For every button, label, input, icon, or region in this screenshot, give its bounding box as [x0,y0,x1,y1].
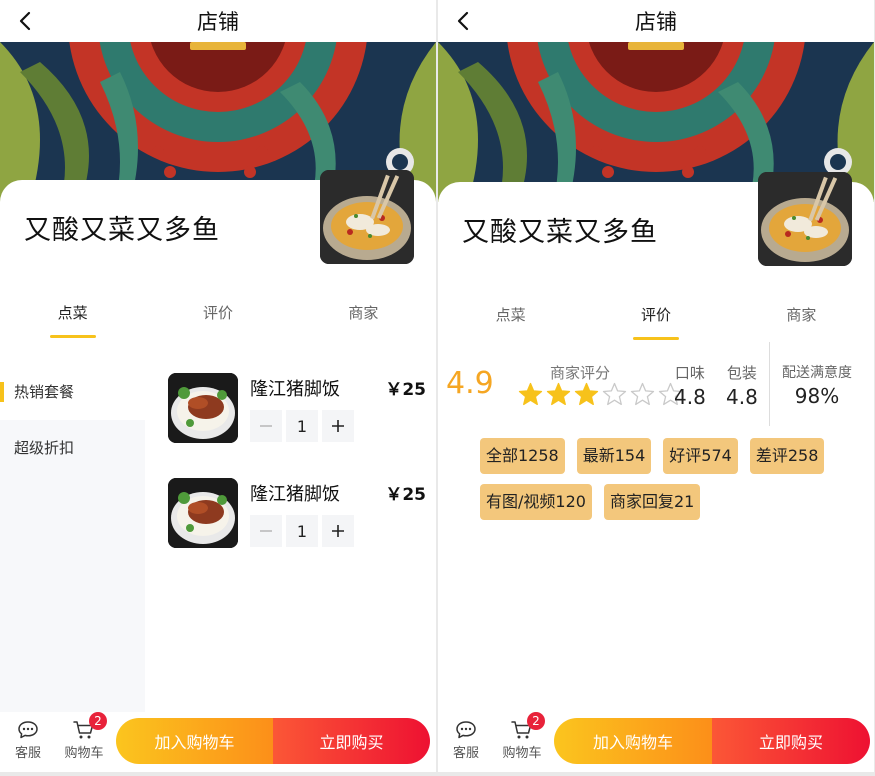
delivery-value: 98% [794,384,840,408]
taste-value: 4.8 [674,385,706,409]
delivery-metric: 配送满意度 98% [782,362,852,408]
shop-logo-image [320,170,414,264]
tab-order[interactable]: 点菜 [438,300,583,340]
packaging-label: 包装 [726,364,757,382]
category-sidebar: 热销套餐 超级折扣 [0,364,145,720]
customer-service-button[interactable]: 客服 [8,720,48,761]
star-filled-icon [546,382,571,406]
shop-tabs: 点菜 评价 商家 [0,298,436,338]
quantity-value: 1 [286,515,318,547]
delivery-label: 配送满意度 [782,365,852,381]
taste-label: 口味 [674,364,705,382]
filter-tag-merchant-reply[interactable]: 商家回复21 [603,484,701,520]
dish-image [168,373,238,443]
add-to-cart-button[interactable]: 加入购物车 [554,718,712,764]
dish-image [168,478,238,548]
review-filter-tags: 全部1258 最新154 好评574 差评258 有图/视频120 商家回复21 [480,438,860,520]
filter-tag-latest[interactable]: 最新154 [576,438,652,474]
add-to-cart-button[interactable]: 加入购物车 [116,718,273,764]
customer-service-label: 客服 [452,746,479,761]
buy-now-button[interactable]: 立即购买 [273,718,430,764]
star-rating [518,382,683,407]
dish-name: 隆江猪脚饭 [250,379,340,400]
cart-count-badge: 2 [527,712,545,730]
customer-service-button[interactable]: 客服 [446,720,486,761]
shop-name: 又酸又菜又多鱼 [24,215,220,246]
merchant-rating-label: 商家评分 [550,364,611,382]
back-arrow-icon[interactable] [452,8,474,34]
quantity-value: 1 [286,410,318,442]
plus-icon[interactable] [322,515,354,547]
customer-service-label: 客服 [14,746,41,761]
cart-button[interactable]: 2 购物车 [500,712,545,761]
filter-tag-all[interactable]: 全部1258 [480,438,565,474]
minus-icon[interactable] [250,410,282,442]
dish-price: ￥25 [385,380,426,400]
dish-item[interactable]: 隆江猪脚饭 ￥25 1 [168,478,430,550]
dish-price: ￥25 [385,485,426,505]
shop-name: 又酸又菜又多鱼 [462,217,658,248]
tab-merchant[interactable]: 商家 [291,298,436,338]
purchase-actions: 加入购物车 立即购买 [116,718,430,764]
bottom-action-bar: 客服 2 购物车 加入购物车 立即购买 [438,712,874,772]
tab-order[interactable]: 点菜 [0,298,145,338]
filter-tag-media[interactable]: 有图/视频120 [480,484,592,520]
tab-reviews[interactable]: 评价 [583,300,728,340]
buy-now-button[interactable]: 立即购买 [712,718,870,764]
order-screen: 店铺 又酸又菜又多鱼 点菜 评价 商家 热销套餐 超级折扣 隆江猪脚饭 ￥25 … [0,0,436,772]
bottom-action-bar: 客服 2 购物车 加入购物车 立即购买 [0,712,436,772]
taste-metric: 口味 4.8 [674,362,706,409]
plus-icon[interactable] [322,410,354,442]
purchase-actions: 加入购物车 立即购买 [554,718,870,764]
cart-button[interactable]: 2 购物车 [62,712,107,761]
reviews-screen: 店铺 又酸又菜又多鱼 点菜 评价 商家 4.9 商家评分 口味 4.8 包装 4… [438,0,874,772]
category-item-hot-sets[interactable]: 热销套餐 [0,364,145,420]
packaging-value: 4.8 [726,385,758,409]
shop-logo-image [758,172,852,266]
nav-bar: 店铺 [438,0,874,42]
dish-item[interactable]: 隆江猪脚饭 ￥25 1 [168,373,430,445]
minus-icon[interactable] [250,515,282,547]
star-empty-icon [630,382,655,406]
nav-bar: 店铺 [0,0,436,42]
star-filled-icon [518,382,543,406]
shop-tabs: 点菜 评价 商家 [438,300,874,340]
page-title: 店铺 [197,10,239,34]
star-empty-icon [602,382,627,406]
filter-tag-negative[interactable]: 差评258 [749,438,825,474]
cart-label: 购物车 [64,746,104,761]
overall-score: 4.9 [446,366,494,401]
quantity-stepper: 1 [250,410,354,442]
metric-divider [769,342,770,426]
category-item-discount[interactable]: 超级折扣 [0,420,145,476]
shop-card: 又酸又菜又多鱼 点菜 评价 商家 热销套餐 超级折扣 隆江猪脚饭 ￥25 1 隆… [0,170,436,772]
dish-name: 隆江猪脚饭 [250,484,340,505]
back-arrow-icon[interactable] [14,8,36,34]
tab-merchant[interactable]: 商家 [729,300,874,340]
page-title: 店铺 [635,10,677,34]
chat-bubble-icon [18,721,38,739]
chat-bubble-icon [456,721,476,739]
tab-reviews[interactable]: 评价 [145,298,290,338]
cart-count-badge: 2 [89,712,107,730]
star-filled-icon [574,382,599,406]
filter-tag-positive[interactable]: 好评574 [663,438,738,474]
shop-card: 又酸又菜又多鱼 点菜 评价 商家 4.9 商家评分 口味 4.8 包装 4.8 … [438,172,874,772]
packaging-metric: 包装 4.8 [726,362,758,409]
cart-label: 购物车 [502,746,542,761]
quantity-stepper: 1 [250,515,354,547]
